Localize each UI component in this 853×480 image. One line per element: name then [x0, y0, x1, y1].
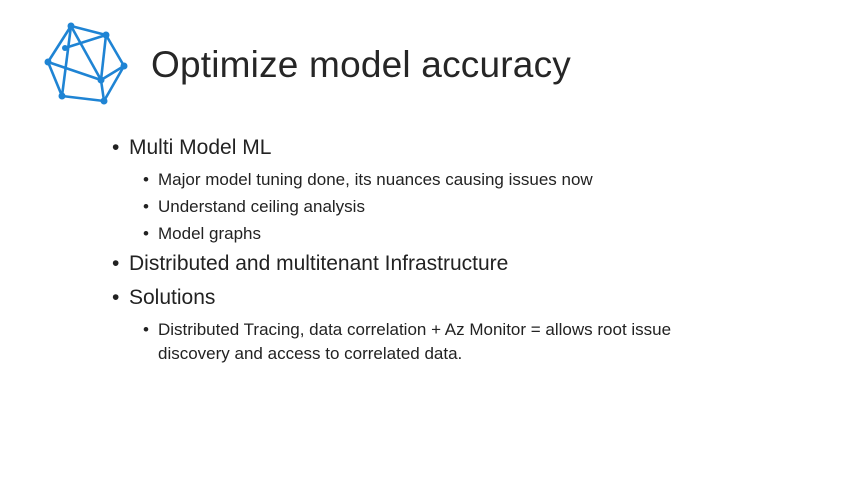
sub-bullet-list: Major model tuning done, its nuances cau…: [143, 168, 832, 246]
bullet-solutions: Solutions: [112, 284, 832, 312]
polygon-network-icon: [44, 22, 128, 105]
sub-bullet-list: Distributed Tracing, data correlation + …: [143, 318, 832, 366]
slide: Optimize model accuracy Multi Model ML M…: [0, 0, 853, 480]
sub-bullet-ceiling-analysis: Understand ceiling analysis: [143, 195, 832, 219]
sub-bullet-model-tuning: Major model tuning done, its nuances cau…: [143, 168, 832, 192]
bullet-distributed-infrastructure: Distributed and multitenant Infrastructu…: [112, 250, 832, 278]
slide-title: Optimize model accuracy: [151, 44, 571, 85]
sub-bullet-model-graphs: Model graphs: [143, 222, 832, 246]
sub-bullet-distributed-tracing: Distributed Tracing, data correlation + …: [143, 318, 718, 366]
bullet-list: Multi Model ML Major model tuning done, …: [112, 134, 832, 370]
bullet-multi-model-ml: Multi Model ML: [112, 134, 832, 162]
